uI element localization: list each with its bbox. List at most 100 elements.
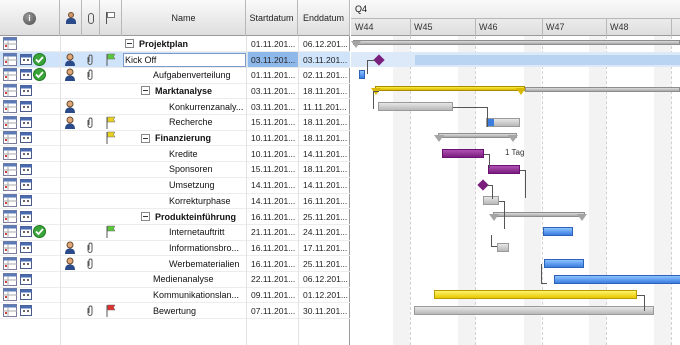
summary-end-marker[interactable] [577,213,587,221]
start-date-cell[interactable]: 16.11.201... [248,209,298,225]
end-column-header[interactable]: Enddatum [298,0,350,36]
end-date-cell[interactable]: 14.11.201... [300,146,350,162]
summary-start-marker[interactable] [351,41,361,48]
attachment-column-header[interactable] [82,0,100,36]
end-date-cell[interactable]: 16.11.201... [300,193,350,209]
task-name[interactable]: Umsetzung [169,177,215,193]
paperclip-icon[interactable] [86,54,94,65]
start-date-cell[interactable]: 16.11.201... [248,256,298,272]
red-flag-icon[interactable] [105,304,117,317]
start-date-cell[interactable]: 09.11.201... [248,287,298,303]
task-name[interactable]: Produkteinführung [141,209,236,225]
start-date-cell[interactable]: 03.11.201... [248,51,298,68]
end-date-cell[interactable]: 03.11.201... [300,52,350,68]
task-name[interactable]: Korrekturphase [169,193,231,209]
end-date-cell[interactable]: 18.11.201... [300,115,350,131]
task-bar-sponsoren[interactable] [488,164,520,174]
task-name[interactable]: Projektplan [125,36,188,52]
end-date-cell[interactable]: 30.11.201... [300,303,350,319]
start-date-cell[interactable]: 22.11.201... [248,272,298,288]
start-date-cell[interactable]: 10.11.201... [248,146,298,162]
end-date-cell[interactable]: 18.11.201... [300,162,350,178]
collapse-icon[interactable] [141,133,150,143]
task-bar-internetauftritt[interactable] [543,227,573,237]
task-name[interactable]: Medienanalyse [153,272,214,288]
start-date-cell[interactable]: 15.11.201... [248,115,298,131]
end-date-cell[interactable]: 17.11.201... [300,240,350,256]
start-date-cell[interactable]: 14.11.201... [248,193,298,209]
summary-bar-finanzierung[interactable] [438,133,517,139]
collapse-icon[interactable] [141,86,150,96]
start-date-cell[interactable]: 10.11.201... [248,130,298,146]
task-name[interactable]: Marktanalyse [141,83,212,99]
start-date-cell[interactable]: 14.11.201... [248,177,298,193]
yellow-flag-icon[interactable] [105,116,117,129]
task-name[interactable]: Informationsbro... [169,240,239,256]
end-date-cell[interactable]: 02.11.201... [300,67,350,83]
task-name-editor[interactable]: Kick Off [123,52,246,67]
task-name[interactable]: Bewertung [153,303,196,319]
start-date-cell[interactable]: 03.11.201... [248,83,298,99]
end-date-cell[interactable]: 25.11.201... [300,256,350,272]
selected-row-bar[interactable] [415,54,680,65]
start-date-cell[interactable]: 21.11.201... [248,224,298,240]
task-name[interactable]: Sponsoren [169,162,213,178]
task-bar-kommunikationsplan[interactable] [434,290,637,300]
paperclip-icon[interactable] [86,242,94,254]
summary-bar-projektplan[interactable] [353,40,680,45]
person-icon[interactable] [64,68,76,82]
task-bar-konkurrenzanalyse[interactable] [378,101,453,111]
paperclip-icon[interactable] [86,69,94,81]
summary-bar-produkteinfuehrung[interactable] [493,211,585,217]
person-icon[interactable] [64,241,76,255]
end-date-cell[interactable]: 18.11.201... [300,83,350,99]
green-flag-icon[interactable] [105,53,117,66]
paperclip-icon[interactable] [86,258,94,269]
name-column-header[interactable]: Name [122,0,246,36]
start-date-cell[interactable]: 01.11.201... [248,67,298,83]
start-column-header[interactable]: Startdatum [246,0,298,36]
green-flag-icon[interactable] [105,225,117,239]
paperclip-icon[interactable] [86,117,94,128]
task-name[interactable]: Finanzierung [141,130,211,146]
end-date-cell[interactable]: 01.12.201... [300,287,350,303]
summary-start-marker[interactable] [489,213,499,221]
end-date-cell[interactable]: 11.11.201... [300,99,350,115]
recherche-progress[interactable] [487,118,494,126]
person-icon[interactable] [64,100,76,113]
summary-end-marker[interactable] [508,135,518,143]
task-bar-medienanalyse[interactable] [554,274,680,284]
task-name[interactable]: Konkurrenzanaly... [169,99,243,115]
task-name[interactable]: Internetauftritt [169,224,225,240]
start-date-cell[interactable]: 01.11.201... [248,36,298,52]
task-name[interactable]: Kommunikationslan... [153,287,239,303]
task-bar-informationsbroschuere[interactable] [497,243,509,253]
start-date-cell[interactable]: 16.11.201... [248,240,298,256]
task-name[interactable]: Kredite [169,146,198,162]
summary-start-marker[interactable] [434,135,444,143]
yellow-flag-icon[interactable] [105,131,117,145]
end-date-cell[interactable]: 06.12.201... [300,272,350,288]
end-date-cell[interactable]: 06.12.201... [300,36,350,52]
end-date-cell[interactable]: 24.11.201... [300,224,350,240]
end-date-cell[interactable]: 25.11.201... [300,209,350,225]
start-date-cell[interactable]: 15.11.201... [248,162,298,178]
collapse-icon[interactable] [125,39,134,49]
flag-column-header[interactable] [100,0,122,36]
task-name[interactable]: Werbematerialien [169,256,239,272]
task-bar-werbematerialien[interactable] [544,258,584,268]
person-icon[interactable] [64,116,76,129]
task-name[interactable]: Aufgabenverteilung [153,67,231,83]
task-bar-aufgabenverteilung[interactable] [359,70,365,80]
summary-bar-marktanalyse-tail[interactable] [525,87,680,93]
info-column-header[interactable]: i [0,0,60,36]
task-bar-bewertung[interactable] [414,305,654,315]
resource-column-header[interactable] [60,0,82,36]
start-date-cell[interactable]: 07.11.201... [248,303,298,319]
paperclip-icon[interactable] [86,305,94,316]
task-bar-kredite[interactable] [442,148,484,158]
summary-bar-marktanalyse[interactable] [375,86,525,92]
person-icon[interactable] [64,257,76,270]
start-date-cell[interactable]: 03.11.201... [248,99,298,115]
end-date-cell[interactable]: 14.11.201... [300,177,350,193]
